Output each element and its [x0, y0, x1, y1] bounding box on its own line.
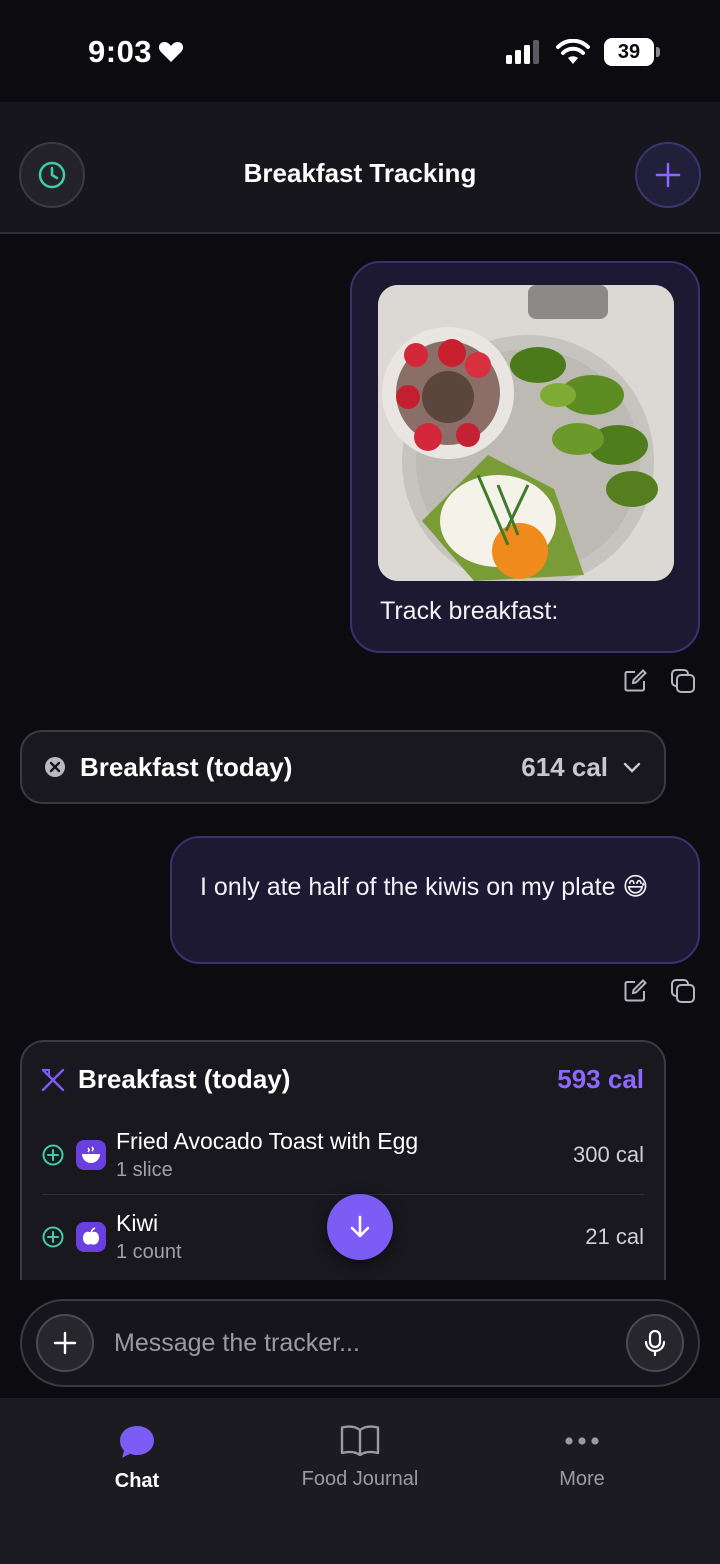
- attach-button[interactable]: [36, 1314, 94, 1372]
- edit-message-button[interactable]: [622, 668, 648, 694]
- battery-indicator: 39: [604, 38, 660, 66]
- meal-summary-pill[interactable]: Breakfast (today) 614 cal: [20, 730, 666, 804]
- close-circle-icon[interactable]: [44, 756, 66, 778]
- message-composer: [20, 1299, 700, 1387]
- copy-icon: [671, 979, 695, 1003]
- page-title: Breakfast Tracking: [243, 158, 477, 188]
- text-message-actions: [622, 978, 696, 1004]
- food-item-text: Fried Avocado Toast with Egg 1 slice: [116, 1128, 573, 1182]
- bowl-icon: [76, 1140, 106, 1170]
- heart-icon: [158, 42, 184, 62]
- more-dots-icon: [565, 1437, 599, 1445]
- plus-icon: [655, 162, 681, 188]
- photo-message-actions: [622, 668, 696, 694]
- food-item-calories: 300 cal: [573, 1142, 644, 1167]
- utensils-icon: [41, 1068, 65, 1091]
- apple-icon: [76, 1222, 106, 1252]
- meal-summary-calories: 614 cal: [521, 751, 608, 782]
- tab-more[interactable]: More: [482, 1424, 682, 1491]
- meal-card-title: Breakfast (today): [78, 1064, 291, 1094]
- copy-message-button[interactable]: [670, 978, 696, 1004]
- microphone-icon: [644, 1329, 666, 1357]
- edit-icon: [624, 669, 647, 692]
- add-circle-icon[interactable]: [42, 1226, 64, 1248]
- new-chat-button[interactable]: [635, 142, 701, 208]
- text-message: I only ate half of the kiwis on my plate…: [200, 873, 649, 901]
- status-bar: 9:03 39: [0, 0, 720, 102]
- plus-icon: [53, 1331, 77, 1355]
- breakfast-plate-image: [378, 285, 674, 581]
- edit-icon: [624, 979, 647, 1002]
- food-item-calories: 21 cal: [585, 1224, 644, 1249]
- tab-label-food-journal: Food Journal: [301, 1468, 419, 1490]
- scroll-to-bottom-button[interactable]: [327, 1194, 393, 1260]
- cellular-signal-icon: [506, 40, 539, 64]
- tab-chat[interactable]: Chat: [37, 1424, 237, 1493]
- chat-area[interactable]: Track breakfast: Breakfast (today) 614 c…: [0, 234, 720, 1280]
- tab-label-more: More: [559, 1468, 605, 1490]
- copy-message-button[interactable]: [670, 668, 696, 694]
- breakfast-photo[interactable]: [378, 285, 674, 581]
- food-item-name: Fried Avocado Toast with Egg: [116, 1128, 419, 1154]
- status-time: 9:03: [88, 34, 184, 70]
- header: Breakfast Tracking: [0, 102, 720, 234]
- wifi-icon: [556, 39, 590, 64]
- microphone-button[interactable]: [626, 1314, 684, 1372]
- arrow-down-icon: [350, 1215, 370, 1238]
- tab-bar: Chat Food Journal More: [0, 1398, 720, 1564]
- chevron-down-icon[interactable]: [622, 760, 642, 774]
- battery-level: 39: [617, 40, 641, 63]
- tab-label-chat: Chat: [114, 1470, 160, 1492]
- clock-time: 9:03: [88, 34, 153, 69]
- message-input[interactable]: [114, 1328, 606, 1358]
- photo-caption: Track breakfast:: [380, 597, 559, 625]
- composer-area: [0, 1280, 720, 1398]
- meal-summary-title: Breakfast (today): [80, 751, 293, 782]
- text-message-bubble[interactable]: I only ate half of the kiwis on my plate…: [170, 836, 700, 964]
- food-item-quantity: 1 slice: [116, 1159, 173, 1181]
- photo-message-bubble[interactable]: Track breakfast:: [350, 261, 700, 653]
- edit-message-button[interactable]: [622, 978, 648, 1004]
- add-circle-icon[interactable]: [42, 1144, 64, 1166]
- meal-card-calories: 593 cal: [557, 1064, 644, 1094]
- book-icon: [340, 1425, 380, 1457]
- food-item-row[interactable]: Fried Avocado Toast with Egg 1 slice 300…: [42, 1128, 644, 1195]
- tab-food-journal[interactable]: Food Journal: [260, 1424, 460, 1491]
- copy-icon: [671, 669, 695, 693]
- meal-card-header: Breakfast (today) 593 cal: [40, 1064, 644, 1095]
- chat-bubble-icon: [120, 1426, 154, 1458]
- status-indicators: 39: [506, 38, 660, 66]
